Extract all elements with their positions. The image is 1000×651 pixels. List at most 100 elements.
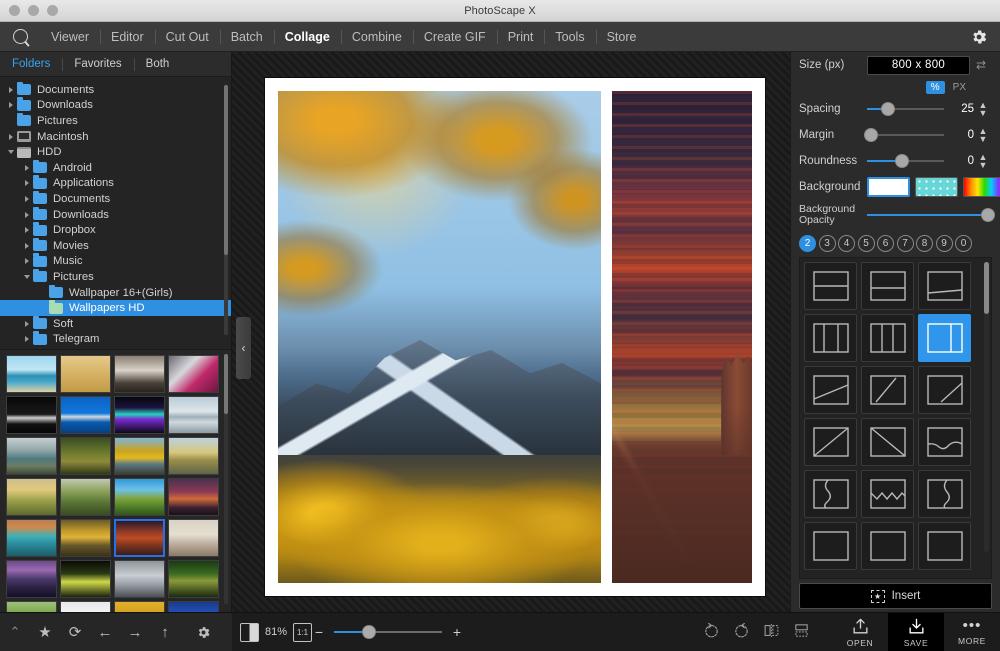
disclosure-triangle-icon[interactable] bbox=[20, 320, 33, 327]
background-swatch-white[interactable] bbox=[867, 177, 910, 197]
tab-folders[interactable]: Folders bbox=[0, 52, 62, 77]
forward-arrow-icon[interactable]: → bbox=[120, 624, 150, 641]
open-button[interactable]: OPEN bbox=[832, 613, 888, 651]
tree-item-telegram[interactable]: Telegram bbox=[0, 331, 231, 348]
zoom-slider[interactable] bbox=[334, 623, 442, 641]
template-split-wave-vertical-left[interactable] bbox=[804, 470, 857, 518]
thumbnail-beach-palms[interactable] bbox=[6, 355, 57, 393]
template-split-vertical-left-wide[interactable] bbox=[861, 314, 914, 362]
disclosure-triangle-icon[interactable] bbox=[20, 164, 33, 171]
tab-both[interactable]: Both bbox=[133, 52, 182, 77]
photo-count-0[interactable]: 0 bbox=[955, 234, 972, 252]
background-swatch-gradient[interactable] bbox=[963, 177, 1000, 197]
settings-gear-icon[interactable] bbox=[970, 28, 988, 46]
tree-item-dropbox[interactable]: Dropbox bbox=[0, 222, 231, 238]
zoom-out-icon[interactable]: − bbox=[312, 624, 326, 640]
disclosure-triangle-icon[interactable] bbox=[20, 274, 33, 279]
thumbnail-yellow-flowers[interactable] bbox=[60, 560, 111, 598]
favorite-star-icon[interactable]: ★ bbox=[30, 623, 60, 641]
thumbnail-blue-gradient[interactable] bbox=[168, 601, 219, 612]
collapse-chevron-icon[interactable]: ⌃ bbox=[0, 624, 30, 640]
thumbnail-aurora[interactable] bbox=[114, 396, 165, 434]
tree-item-music[interactable]: Music bbox=[0, 253, 231, 270]
collage-sheet[interactable] bbox=[265, 78, 765, 596]
thumbnail-green-hills[interactable] bbox=[6, 601, 57, 612]
disclosure-triangle-icon[interactable] bbox=[20, 227, 33, 234]
thumbnail-turquoise-bay[interactable] bbox=[6, 519, 57, 557]
tree-item-android[interactable]: Android bbox=[0, 159, 231, 176]
rotate-left-icon[interactable] bbox=[696, 622, 726, 643]
flip-horizontal-icon[interactable] bbox=[756, 622, 786, 643]
menu-batch[interactable]: Batch bbox=[219, 22, 274, 52]
save-button[interactable]: SAVE bbox=[888, 613, 944, 651]
thumbnail-blue-fish[interactable] bbox=[60, 396, 111, 434]
template-split-horizontal-bottom-thin[interactable] bbox=[918, 262, 971, 310]
background-swatch-pattern[interactable] bbox=[915, 177, 958, 197]
template-split-wave-horizontal[interactable] bbox=[918, 418, 971, 466]
photo-count-7[interactable]: 7 bbox=[896, 234, 914, 252]
template-split-zigzag-horizontal[interactable] bbox=[861, 470, 914, 518]
margin-stepper[interactable]: ▲ ▼ bbox=[974, 127, 992, 144]
tree-item-macintosh[interactable]: Macintosh bbox=[0, 129, 231, 145]
back-arrow-icon[interactable]: ← bbox=[90, 624, 120, 641]
unit-percent[interactable]: % bbox=[925, 80, 945, 94]
tree-item-downloads[interactable]: Downloads bbox=[0, 206, 231, 223]
thumbnail-autumn-river[interactable] bbox=[168, 437, 219, 475]
more-button[interactable]: ••• MORE bbox=[944, 613, 1000, 651]
thumbnail-night-road[interactable] bbox=[6, 396, 57, 434]
panel-collapse-handle[interactable]: ‹ bbox=[236, 317, 251, 379]
menu-collage[interactable]: Collage bbox=[273, 22, 341, 52]
template-list[interactable] bbox=[799, 257, 992, 579]
thumbnail-pink-car[interactable] bbox=[168, 355, 219, 393]
collage-cell-left[interactable] bbox=[278, 91, 601, 583]
collage-canvas-area[interactable]: ‹ bbox=[232, 52, 790, 612]
disclosure-triangle-icon[interactable] bbox=[4, 102, 17, 109]
thumbnail-white-snow[interactable] bbox=[60, 601, 111, 612]
settings-gear-icon-bottom[interactable] bbox=[188, 624, 218, 641]
photo-count-4[interactable]: 4 bbox=[838, 234, 855, 252]
menu-store[interactable]: Store bbox=[595, 22, 648, 52]
tree-item-pictures[interactable]: Pictures bbox=[0, 268, 231, 285]
thumbnail-forest-leaves[interactable] bbox=[60, 437, 111, 475]
disclosure-triangle-icon[interactable] bbox=[4, 133, 17, 140]
thumbnail-city-dusk[interactable] bbox=[168, 478, 219, 516]
one-to-one-button[interactable]: 1:1 bbox=[293, 622, 312, 642]
spacing-stepper[interactable]: ▲ ▼ bbox=[974, 101, 992, 118]
swap-icon[interactable]: ⇄ bbox=[970, 58, 992, 72]
thumbnail-golden-field[interactable] bbox=[6, 478, 57, 516]
thumbnail-2020-people[interactable] bbox=[168, 519, 219, 557]
tree-item-documents[interactable]: Documents bbox=[0, 190, 231, 207]
tree-item-pictures[interactable]: Pictures bbox=[0, 112, 231, 129]
photo-count-6[interactable]: 6 bbox=[877, 234, 894, 252]
thumbnail-scrollbar[interactable] bbox=[224, 354, 228, 604]
background-opacity-slider[interactable] bbox=[867, 205, 996, 225]
photo-count-5[interactable]: 5 bbox=[857, 234, 875, 252]
tree-item-soft[interactable]: Soft bbox=[0, 315, 231, 332]
disclosure-triangle-icon[interactable] bbox=[20, 242, 33, 249]
thumbnail-silver-supercar[interactable] bbox=[114, 560, 165, 598]
menu-editor[interactable]: Editor bbox=[99, 22, 155, 52]
menu-combine[interactable]: Combine bbox=[340, 22, 413, 52]
refresh-icon[interactable]: ⟳ bbox=[60, 623, 90, 641]
margin-slider[interactable] bbox=[864, 125, 944, 145]
template-split-diagonal-corner[interactable] bbox=[918, 366, 971, 414]
disclosure-triangle-icon[interactable] bbox=[4, 150, 17, 155]
thumbnail-purple-lake[interactable] bbox=[6, 560, 57, 598]
template-split-horizontal-even[interactable] bbox=[804, 262, 857, 310]
photo-count-3[interactable]: 3 bbox=[818, 234, 836, 252]
roundness-slider[interactable] bbox=[867, 151, 944, 171]
template-split-wave-vertical-right[interactable] bbox=[918, 470, 971, 518]
flip-vertical-icon[interactable] bbox=[786, 622, 816, 643]
insert-button[interactable]: ★ Insert bbox=[799, 583, 992, 609]
menu-print[interactable]: Print bbox=[496, 22, 545, 52]
disclosure-triangle-icon[interactable] bbox=[20, 336, 33, 343]
thumbnail-lake-sunrise[interactable] bbox=[168, 396, 219, 434]
tree-item-downloads[interactable]: Downloads bbox=[0, 97, 231, 114]
thumbnail-browser[interactable] bbox=[0, 349, 231, 612]
thumbnail-butterfly[interactable] bbox=[168, 560, 219, 598]
tree-scrollbar[interactable] bbox=[224, 85, 228, 335]
template-split-flat-b[interactable] bbox=[861, 522, 914, 570]
tree-item-wallpaper-16-girls[interactable]: Wallpaper 16+(Girls) bbox=[0, 284, 231, 301]
template-split-vertical-even[interactable] bbox=[804, 314, 857, 362]
up-arrow-icon[interactable]: ↑ bbox=[150, 624, 180, 641]
